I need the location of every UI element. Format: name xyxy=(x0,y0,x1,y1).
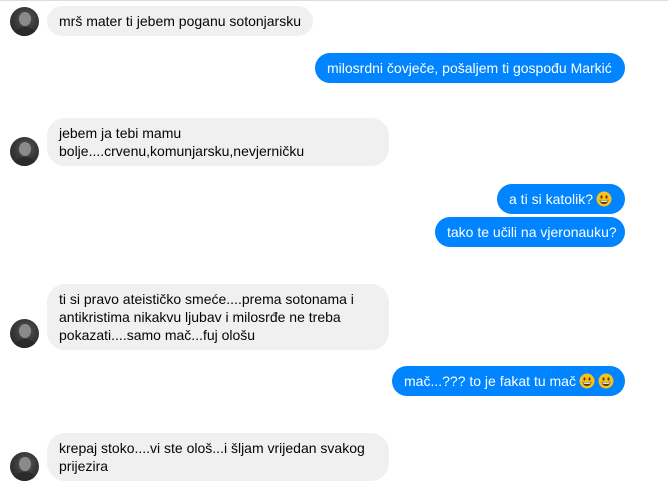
message-text: ti si pravo ateističko smeće....prema so… xyxy=(59,291,354,343)
message-outgoing-7[interactable]: mač...??? to je fakat tu mač xyxy=(392,366,625,396)
message-text: jebem ja tebi mamu bolje....crvenu,komun… xyxy=(59,125,305,159)
grinning-face-emoji xyxy=(596,191,612,207)
message-incoming-8[interactable]: krepaj stoko....vi ste ološ...i šljam vr… xyxy=(47,433,389,481)
message-incoming-6[interactable]: ti si pravo ateističko smeće....prema so… xyxy=(47,284,389,350)
message-text: milosrdni čovječe, pošaljem ti gospođu M… xyxy=(327,60,612,76)
sender-avatar[interactable] xyxy=(10,452,39,481)
grinning-face-emoji xyxy=(579,373,595,389)
message-text: krepaj stoko....vi ste ološ...i šljam vr… xyxy=(59,440,365,474)
message-text: tako te učili na vjeronauku? xyxy=(447,224,617,240)
message-text: mrš mater ti jebem poganu sotonjarsku xyxy=(59,13,301,29)
grinning-face-emoji xyxy=(598,373,614,389)
message-text: mač...??? to je fakat tu mač xyxy=(404,373,576,389)
message-outgoing-5[interactable]: tako te učili na vjeronauku? xyxy=(435,217,625,247)
message-text: a ti si katolik? xyxy=(509,191,594,207)
message-outgoing-4[interactable]: a ti si katolik? xyxy=(497,184,625,214)
sender-avatar[interactable] xyxy=(10,7,39,36)
sender-avatar[interactable] xyxy=(10,319,39,348)
sender-avatar[interactable] xyxy=(10,137,39,166)
message-incoming-3[interactable]: jebem ja tebi mamu bolje....crvenu,komun… xyxy=(47,118,389,166)
top-divider xyxy=(0,0,668,1)
message-incoming-1[interactable]: mrš mater ti jebem poganu sotonjarsku xyxy=(47,6,313,36)
message-outgoing-2[interactable]: milosrdni čovječe, pošaljem ti gospođu M… xyxy=(315,53,625,83)
